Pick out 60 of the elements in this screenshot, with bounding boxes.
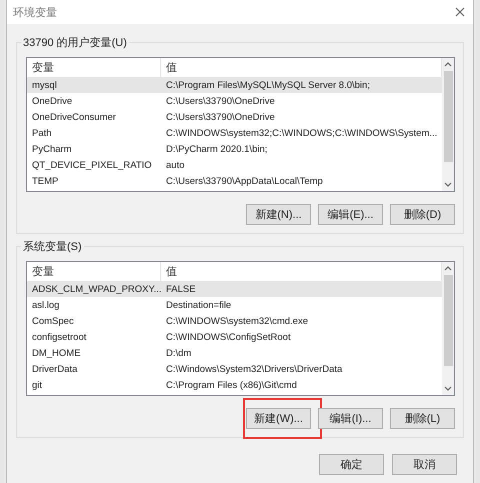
variable-name: OneDriveConsumer	[31, 112, 117, 122]
list-row[interactable]: QT_DEVICE_PIXEL_RATIO auto	[27, 157, 442, 173]
variable-name: asl.log	[31, 300, 60, 310]
variable-value: C:\Program Files (x86)\Git\cmd	[165, 380, 298, 390]
list-row[interactable]: DriverData C:\Windows\System32\Drivers\DriverData	[27, 361, 442, 377]
variable-value: FALSE	[165, 284, 197, 294]
variable-name: Path	[31, 128, 53, 138]
scroll-up-icon[interactable]	[444, 62, 452, 67]
list-row[interactable]: git C:\Program Files (x86)\Git\cmd	[27, 377, 442, 393]
variable-name: DM_HOME	[31, 348, 82, 358]
action-button[interactable]: 新建(W)...	[246, 408, 311, 429]
variable-value: C:\WINDOWS\system32;C:\WINDOWS;C:\WINDOWS\System...	[165, 128, 438, 138]
group-label: 33790 的用户变量(U)	[21, 35, 129, 50]
list-row[interactable]: ADSK_CLM_WPAD_PROXY... FALSE	[27, 281, 442, 297]
variable-name: PyCharm	[31, 144, 73, 154]
list-row[interactable]: configsetroot C:\WINDOWS\ConfigSetRoot	[27, 329, 442, 345]
variable-name: configsetroot	[31, 332, 88, 342]
variable-name: mysql	[31, 80, 58, 90]
variable-name: TEMP	[31, 176, 60, 186]
group-label: 系统变量(S)	[21, 239, 84, 254]
variable-value: Destination=file	[165, 300, 232, 310]
variable-name: OneDrive	[31, 96, 74, 106]
action-button[interactable]: 新建(N)...	[246, 204, 311, 225]
dialog-button[interactable]: 取消	[392, 454, 457, 475]
variable-value: C:\Users\33790\OneDrive	[165, 112, 276, 122]
list-row[interactable]: DM_HOME D:\dm	[27, 345, 442, 361]
list-row[interactable]: OneDrive C:\Users\33790\OneDrive	[27, 93, 442, 109]
list-row[interactable]: PyCharm D:\PyCharm 2020.1\bin;	[27, 141, 442, 157]
list-row[interactable]: asl.log Destination=file	[27, 297, 442, 313]
list-row[interactable]: TEMP C:\Users\33790\AppData\Local\Temp	[27, 173, 442, 189]
variable-value: C:\Users\33790\OneDrive	[165, 96, 276, 106]
action-button[interactable]: 编辑(I)...	[318, 408, 383, 429]
list-row[interactable]: mysql C:\Program Files\MySQL\MySQL Server 8.0\bin;	[27, 77, 442, 93]
variable-name: DriverData	[31, 364, 78, 374]
variable-name: QT_DEVICE_PIXEL_RATIO	[31, 160, 153, 170]
action-button[interactable]: 删除(L)	[390, 408, 455, 429]
variable-value: D:\dm	[165, 348, 192, 358]
variable-value: C:\WINDOWS\system32\cmd.exe	[165, 316, 309, 326]
list-row[interactable]: OneDriveConsumer C:\Users\33790\OneDrive	[27, 109, 442, 125]
variable-value: C:\Windows\System32\Drivers\DriverData	[165, 364, 344, 374]
scroll-up-icon[interactable]	[444, 266, 452, 271]
list-row[interactable]: Path C:\WINDOWS\system32;C:\WINDOWS;C:\WINDOWS\System...	[27, 125, 442, 141]
variable-value: C:\WINDOWS\ConfigSetRoot	[165, 332, 292, 342]
variable-name: ADSK_CLM_WPAD_PROXY...	[31, 284, 161, 294]
action-button[interactable]: 编辑(E)...	[318, 204, 383, 225]
scroll-down-icon[interactable]	[444, 182, 452, 187]
close-icon[interactable]	[455, 7, 465, 17]
variable-name: ComSpec	[31, 316, 75, 326]
scroll-down-icon[interactable]	[444, 386, 452, 391]
list-row[interactable]: ComSpec C:\WINDOWS\system32\cmd.exe	[27, 313, 442, 329]
variable-value: auto	[165, 160, 186, 170]
action-button[interactable]: 删除(D)	[390, 204, 455, 225]
scrollbar[interactable]	[442, 262, 454, 395]
scrollbar[interactable]	[442, 58, 454, 191]
variable-value: C:\Program Files\MySQL\MySQL Server 8.0\bin;	[165, 80, 371, 90]
variable-value: C:\Users\33790\AppData\Local\Temp	[165, 176, 324, 186]
variable-name: git	[31, 380, 44, 390]
variable-value: D:\PyCharm 2020.1\bin;	[165, 144, 268, 154]
dialog-button[interactable]: 确定	[319, 454, 384, 475]
window-title: 环境变量	[13, 6, 57, 20]
